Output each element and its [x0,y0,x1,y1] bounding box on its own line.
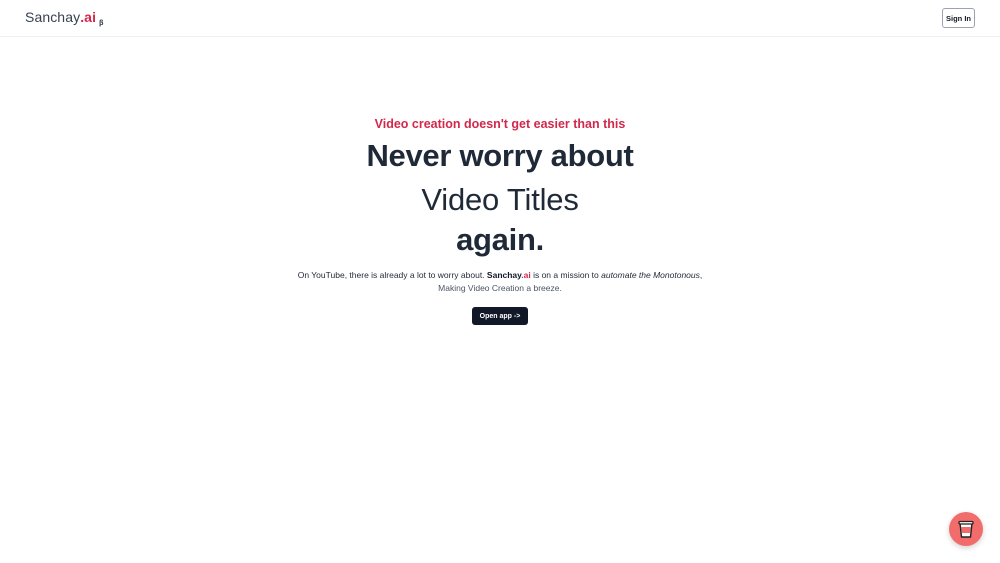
top-navbar: Sanchay .ai β Sign In [0,0,1000,37]
description-brand-suffix: .ai [521,270,531,280]
hero-description-line-2: Making Video Creation a breeze. [438,283,562,293]
beta-badge: β [99,20,104,27]
description-text-1: On YouTube, there is already a lot to wo… [297,270,487,280]
buy-me-a-coffee-button[interactable] [949,512,983,546]
description-emphasis: automate the Monotonous [601,270,700,280]
logo-name: Sanchay [25,9,81,25]
logo-suffix: .ai [80,9,97,25]
brand-logo[interactable]: Sanchay .ai β [25,9,104,27]
description-text-3: , [699,270,703,280]
open-app-button[interactable]: Open app -> [472,307,528,325]
hero-headline-line-2: again. [456,222,544,257]
hero-eyebrow: Video creation doesn't get easier than t… [374,117,626,131]
hero-description-line-1: On YouTube, there is already a lot to wo… [0,270,1000,280]
description-brand-name: Sanchay [486,270,522,280]
hero-rotating-phrase: Video Titles [421,182,579,217]
hero-headline-line-1: Never worry about [366,138,634,173]
sign-in-button[interactable]: Sign In [942,8,975,28]
coffee-cup-icon [958,520,974,538]
description-text-2: is on a mission to [530,270,602,280]
description-brand: Sanchay.ai [487,270,531,280]
